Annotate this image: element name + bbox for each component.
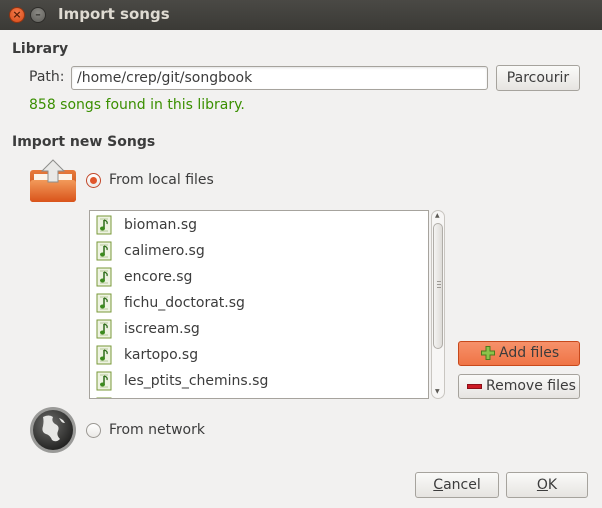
music-file-icon (96, 215, 112, 235)
ok-button[interactable]: OK (506, 472, 588, 498)
globe-icon (30, 407, 76, 453)
music-file-icon (96, 371, 112, 391)
remove-files-label: Remove files (486, 378, 576, 394)
file-list-scrollbar[interactable]: ▲ ▼ (431, 210, 445, 399)
browse-button[interactable]: Parcourir (496, 65, 580, 91)
list-item[interactable]: iscream.sg (96, 318, 416, 344)
library-heading: Library (12, 41, 69, 57)
close-window-button[interactable]: × (9, 7, 25, 23)
local-files-radio[interactable] (86, 173, 101, 188)
music-file-icon (96, 319, 112, 339)
close-icon: × (12, 8, 22, 21)
list-item[interactable]: fichu_doctorat.sg (96, 292, 416, 318)
path-label: Path: (29, 69, 65, 85)
file-name: encore.sg (124, 269, 193, 285)
window-title: Import songs (58, 5, 170, 23)
cancel-mnemonic: C (433, 477, 444, 493)
list-item[interactable]: kartopo.sg (96, 344, 416, 370)
folder-upload-icon (30, 159, 76, 202)
scrollbar-thumb[interactable] (433, 223, 443, 349)
music-file-icon (96, 345, 112, 365)
minimize-window-button[interactable]: – (30, 7, 46, 23)
list-item[interactable]: bioman.sg (96, 214, 416, 240)
file-name: fichu_doctorat.sg (124, 295, 245, 311)
path-input[interactable] (71, 66, 488, 90)
ok-label-rest: K (547, 477, 558, 493)
file-name: les_ptits_chemins.sg (124, 373, 269, 389)
plus-icon (481, 346, 495, 360)
file-name: bioman.sg (124, 217, 198, 233)
cancel-button[interactable]: Cancel (415, 472, 499, 498)
network-radio[interactable] (86, 423, 101, 438)
list-item[interactable]: calimero.sg (96, 240, 416, 266)
songs-found-status: 858 songs found in this library. (29, 97, 245, 113)
add-files-label: Add files (499, 345, 560, 361)
file-name: calimero.sg (124, 243, 205, 259)
file-name: iscream.sg (124, 321, 200, 337)
import-heading: Import new Songs (12, 134, 156, 150)
music-file-icon (96, 293, 112, 313)
list-item-partial[interactable] (96, 396, 416, 398)
music-file-icon (96, 397, 112, 398)
file-list[interactable]: bioman.sg calimero.sg encore.sg fichu_do… (89, 210, 429, 399)
music-file-icon (96, 241, 112, 261)
remove-files-button[interactable]: Remove files (458, 374, 580, 399)
file-name: kartopo.sg (124, 347, 199, 363)
cancel-label-rest: ancel (443, 477, 481, 493)
scroll-up-icon[interactable]: ▲ (435, 213, 440, 219)
list-item[interactable]: encore.sg (96, 266, 416, 292)
music-file-icon (96, 267, 112, 287)
local-files-label[interactable]: From local files (109, 172, 214, 188)
add-files-button[interactable]: Add files (458, 341, 580, 366)
network-label[interactable]: From network (109, 422, 205, 438)
minimize-icon: – (35, 8, 41, 21)
list-item[interactable]: les_ptits_chemins.sg (96, 370, 416, 396)
ok-mnemonic: O (536, 477, 548, 493)
scroll-down-icon[interactable]: ▼ (435, 389, 440, 395)
title-bar: × – Import songs (0, 0, 602, 30)
minus-icon (467, 384, 482, 389)
